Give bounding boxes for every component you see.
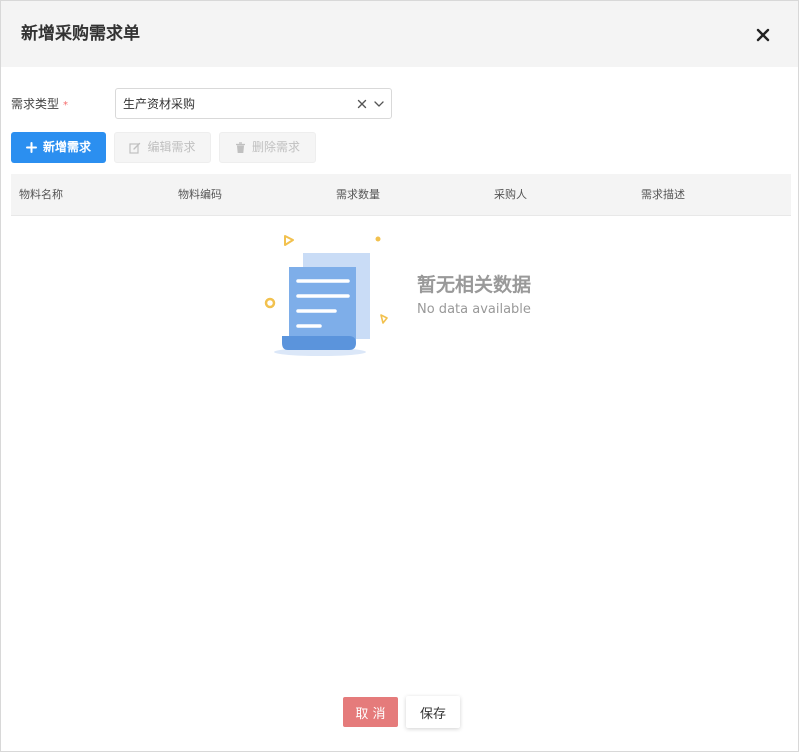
chevron-down-icon[interactable] xyxy=(373,98,385,110)
required-mark: * xyxy=(63,100,69,111)
demand-type-label-text: 需求类型 xyxy=(11,97,60,111)
cancel-button[interactable]: 取 消 xyxy=(343,697,398,727)
column-header-material-name: 物料名称 xyxy=(19,188,63,201)
column-header-demand-desc: 需求描述 xyxy=(641,188,685,201)
column-header-purchaser: 采购人 xyxy=(494,188,527,201)
add-demand-button[interactable]: 新增需求 xyxy=(11,132,106,163)
edit-demand-button[interactable]: 编辑需求 xyxy=(114,132,211,163)
plus-icon xyxy=(25,142,37,153)
column-header-demand-qty: 需求数量 xyxy=(336,188,380,201)
add-demand-label: 新增需求 xyxy=(42,140,91,154)
dialog-header: 新增采购需求单 xyxy=(1,1,798,67)
demand-type-label: 需求类型 * xyxy=(11,96,68,114)
clear-icon[interactable] xyxy=(355,97,369,111)
edit-icon xyxy=(129,142,141,154)
purchase-demand-dialog: 新增采购需求单 需求类型 * 生产资材采购 新增需求 编辑需求 删除需求 物料名… xyxy=(0,0,799,752)
column-header-material-code: 物料编码 xyxy=(178,188,222,201)
delete-demand-label: 删除需求 xyxy=(251,140,300,154)
empty-title: 暂无相关数据 xyxy=(417,274,532,296)
delete-demand-button[interactable]: 删除需求 xyxy=(219,132,316,163)
demand-type-select[interactable]: 生产资材采购 xyxy=(115,88,392,119)
table-header: 物料名称 物料编码 需求数量 采购人 需求描述 xyxy=(11,174,791,216)
dialog-title: 新增采购需求单 xyxy=(21,24,140,44)
edit-demand-label: 编辑需求 xyxy=(147,140,196,154)
trash-icon xyxy=(235,141,245,153)
demand-type-value: 生产资材采购 xyxy=(123,97,196,111)
close-icon[interactable] xyxy=(753,25,773,45)
empty-subtitle: No data available xyxy=(417,302,531,317)
save-button[interactable]: 保存 xyxy=(406,696,460,728)
empty-document-icon xyxy=(264,235,388,356)
